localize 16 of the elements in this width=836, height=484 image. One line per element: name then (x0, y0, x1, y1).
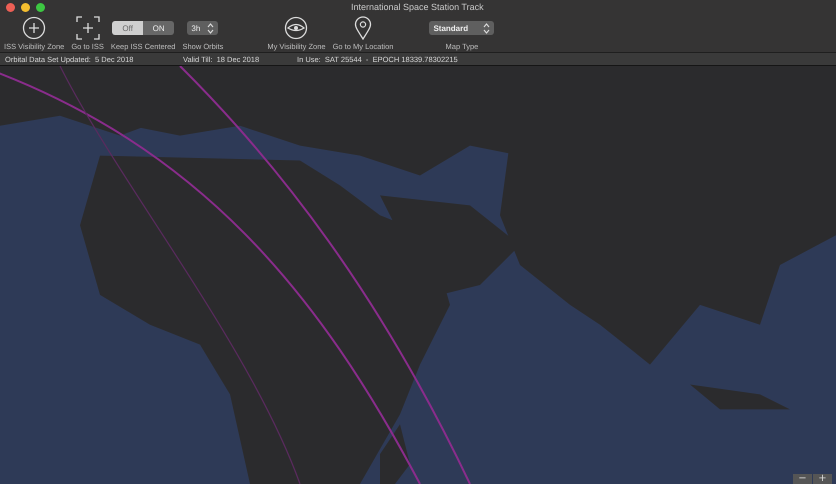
minimize-button[interactable] (21, 2, 30, 12)
toggle-segment[interactable]: Off (112, 21, 144, 35)
toggle-segment[interactable]: ON (143, 21, 174, 35)
orbit-hours-stepper[interactable]: 3h (187, 21, 218, 35)
zoom-button[interactable] (36, 2, 45, 12)
add-circle-icon[interactable] (22, 16, 46, 40)
map-type-dropdown[interactable]: Standard (429, 21, 494, 35)
crosshair-frame-icon[interactable] (76, 16, 100, 40)
close-button[interactable] (6, 2, 15, 12)
updown-arrows-icon[interactable] (207, 22, 214, 34)
location-pin-icon[interactable] (354, 16, 372, 40)
zoom-in-button[interactable]: + (813, 474, 832, 484)
window-title: International Space Station Track (351, 2, 484, 12)
eye-icon[interactable] (284, 16, 308, 40)
zoom-out-button[interactable]: − (793, 474, 812, 484)
updown-arrows-icon[interactable] (483, 22, 490, 34)
